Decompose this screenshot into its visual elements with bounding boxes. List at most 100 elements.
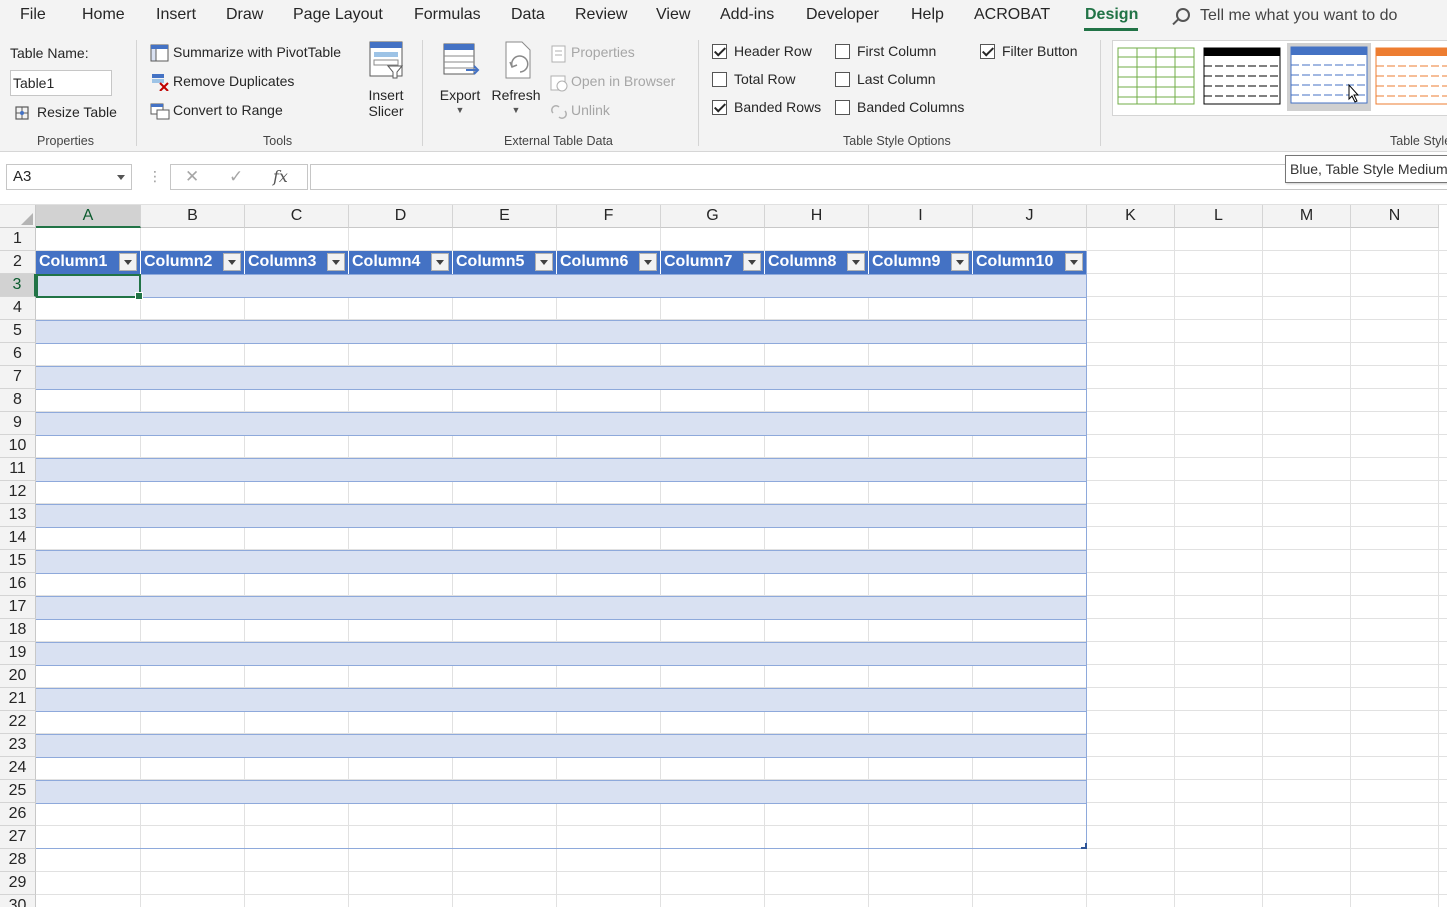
menu-file[interactable]: File <box>20 6 46 24</box>
row-header-6[interactable]: 6 <box>0 343 36 366</box>
table-row[interactable] <box>36 757 1087 780</box>
filter-dropdown-icon[interactable] <box>431 253 449 271</box>
drag-handle-icon[interactable]: ⋮ <box>148 168 162 185</box>
column-header-d[interactable]: D <box>349 205 453 228</box>
table-header-cell[interactable]: Column7 <box>661 251 765 274</box>
column-header-m[interactable]: M <box>1263 205 1351 228</box>
table-header-cell[interactable]: Column8 <box>765 251 869 274</box>
row-header-8[interactable]: 8 <box>0 389 36 412</box>
row-header-27[interactable]: 27 <box>0 826 36 849</box>
row-header-10[interactable]: 10 <box>0 435 36 458</box>
table-row[interactable] <box>36 481 1087 504</box>
row-header-1[interactable]: 1 <box>0 228 36 251</box>
table-row[interactable] <box>36 320 1087 343</box>
menu-review[interactable]: Review <box>575 6 627 24</box>
chevron-down-icon[interactable] <box>117 175 125 180</box>
table-header-cell[interactable]: Column6 <box>557 251 661 274</box>
table-row[interactable] <box>36 458 1087 481</box>
refresh-button[interactable]: Refresh ▼ <box>490 40 542 115</box>
table-row[interactable] <box>36 642 1087 665</box>
row-header-17[interactable]: 17 <box>0 596 36 619</box>
table-row[interactable] <box>36 711 1087 734</box>
enter-icon[interactable]: ✓ <box>229 167 243 187</box>
table-row[interactable] <box>36 504 1087 527</box>
select-all-button[interactable] <box>0 205 36 228</box>
column-header-k[interactable]: K <box>1087 205 1175 228</box>
column-header-j[interactable]: J <box>973 205 1087 228</box>
table-row[interactable] <box>36 550 1087 573</box>
row-header-14[interactable]: 14 <box>0 527 36 550</box>
menu-help[interactable]: Help <box>911 6 944 24</box>
column-header-a[interactable]: A <box>36 205 141 228</box>
row-header-12[interactable]: 12 <box>0 481 36 504</box>
menu-formulas[interactable]: Formulas <box>414 6 481 24</box>
table-row[interactable] <box>36 297 1087 320</box>
filter-dropdown-icon[interactable] <box>639 253 657 271</box>
first-column-checkbox[interactable] <box>835 44 850 59</box>
table-row[interactable] <box>36 343 1087 366</box>
row-header-28[interactable]: 28 <box>0 849 36 872</box>
insert-function-icon[interactable]: fx <box>273 167 288 186</box>
row-header-7[interactable]: 7 <box>0 366 36 389</box>
column-header-f[interactable]: F <box>557 205 661 228</box>
style-swatch-orange[interactable] <box>1375 47 1447 107</box>
column-header-g[interactable]: G <box>661 205 765 228</box>
filter-dropdown-icon[interactable] <box>223 253 241 271</box>
row-header-5[interactable]: 5 <box>0 320 36 343</box>
table-row[interactable] <box>36 596 1087 619</box>
table-header-cell[interactable]: Column5 <box>453 251 557 274</box>
filter-dropdown-icon[interactable] <box>951 253 969 271</box>
style-swatch-black[interactable] <box>1203 47 1283 107</box>
table-name-input[interactable]: Table1 <box>10 70 112 96</box>
row-header-20[interactable]: 20 <box>0 665 36 688</box>
table-row[interactable] <box>36 688 1087 711</box>
style-swatch-green[interactable] <box>1117 47 1197 107</box>
tell-me-search[interactable]: Tell me what you want to do <box>1176 6 1397 25</box>
row-header-18[interactable]: 18 <box>0 619 36 642</box>
filter-dropdown-icon[interactable] <box>847 253 865 271</box>
table-row[interactable] <box>36 412 1087 435</box>
table-row[interactable] <box>36 389 1087 412</box>
menu-page-layout[interactable]: Page Layout <box>293 6 383 24</box>
column-header-l[interactable]: L <box>1175 205 1263 228</box>
table-resize-handle[interactable] <box>1081 843 1087 849</box>
row-header-13[interactable]: 13 <box>0 504 36 527</box>
table-header-cell[interactable]: Column10 <box>973 251 1087 274</box>
table-row[interactable] <box>36 803 1087 826</box>
banded-columns-checkbox[interactable] <box>835 100 850 115</box>
menu-data[interactable]: Data <box>511 6 545 24</box>
table-header-cell[interactable]: Column1 <box>36 251 141 274</box>
column-header-e[interactable]: E <box>453 205 557 228</box>
menu-view[interactable]: View <box>656 6 690 24</box>
filter-dropdown-icon[interactable] <box>327 253 345 271</box>
column-header-c[interactable]: C <box>245 205 349 228</box>
row-header-3[interactable]: 3 <box>0 274 36 297</box>
filter-dropdown-icon[interactable] <box>119 253 137 271</box>
header-row-checkbox[interactable] <box>712 44 727 59</box>
row-header-19[interactable]: 19 <box>0 642 36 665</box>
row-header-21[interactable]: 21 <box>0 688 36 711</box>
table-header-cell[interactable]: Column9 <box>869 251 973 274</box>
table-row[interactable] <box>36 274 1087 297</box>
active-cell-a3[interactable] <box>36 274 143 300</box>
column-header-i[interactable]: I <box>869 205 973 228</box>
row-header-11[interactable]: 11 <box>0 458 36 481</box>
table-header-cell[interactable]: Column3 <box>245 251 349 274</box>
menu-insert[interactable]: Insert <box>156 6 196 24</box>
menu-design[interactable]: Design <box>1085 6 1138 24</box>
menu-acrobat[interactable]: ACROBAT <box>974 6 1050 24</box>
row-header-26[interactable]: 26 <box>0 803 36 826</box>
insert-slicer-button[interactable]: Insert Slicer <box>362 40 410 119</box>
total-row-checkbox[interactable] <box>712 72 727 87</box>
row-header-16[interactable]: 16 <box>0 573 36 596</box>
filter-dropdown-icon[interactable] <box>1065 253 1083 271</box>
menu-developer[interactable]: Developer <box>806 6 879 24</box>
banded-rows-checkbox[interactable] <box>712 100 727 115</box>
name-box[interactable]: A3 <box>6 164 132 190</box>
menu-home[interactable]: Home <box>82 6 125 24</box>
column-header-n[interactable]: N <box>1351 205 1439 228</box>
row-header-15[interactable]: 15 <box>0 550 36 573</box>
row-header-24[interactable]: 24 <box>0 757 36 780</box>
table-row[interactable] <box>36 734 1087 757</box>
row-header-23[interactable]: 23 <box>0 734 36 757</box>
